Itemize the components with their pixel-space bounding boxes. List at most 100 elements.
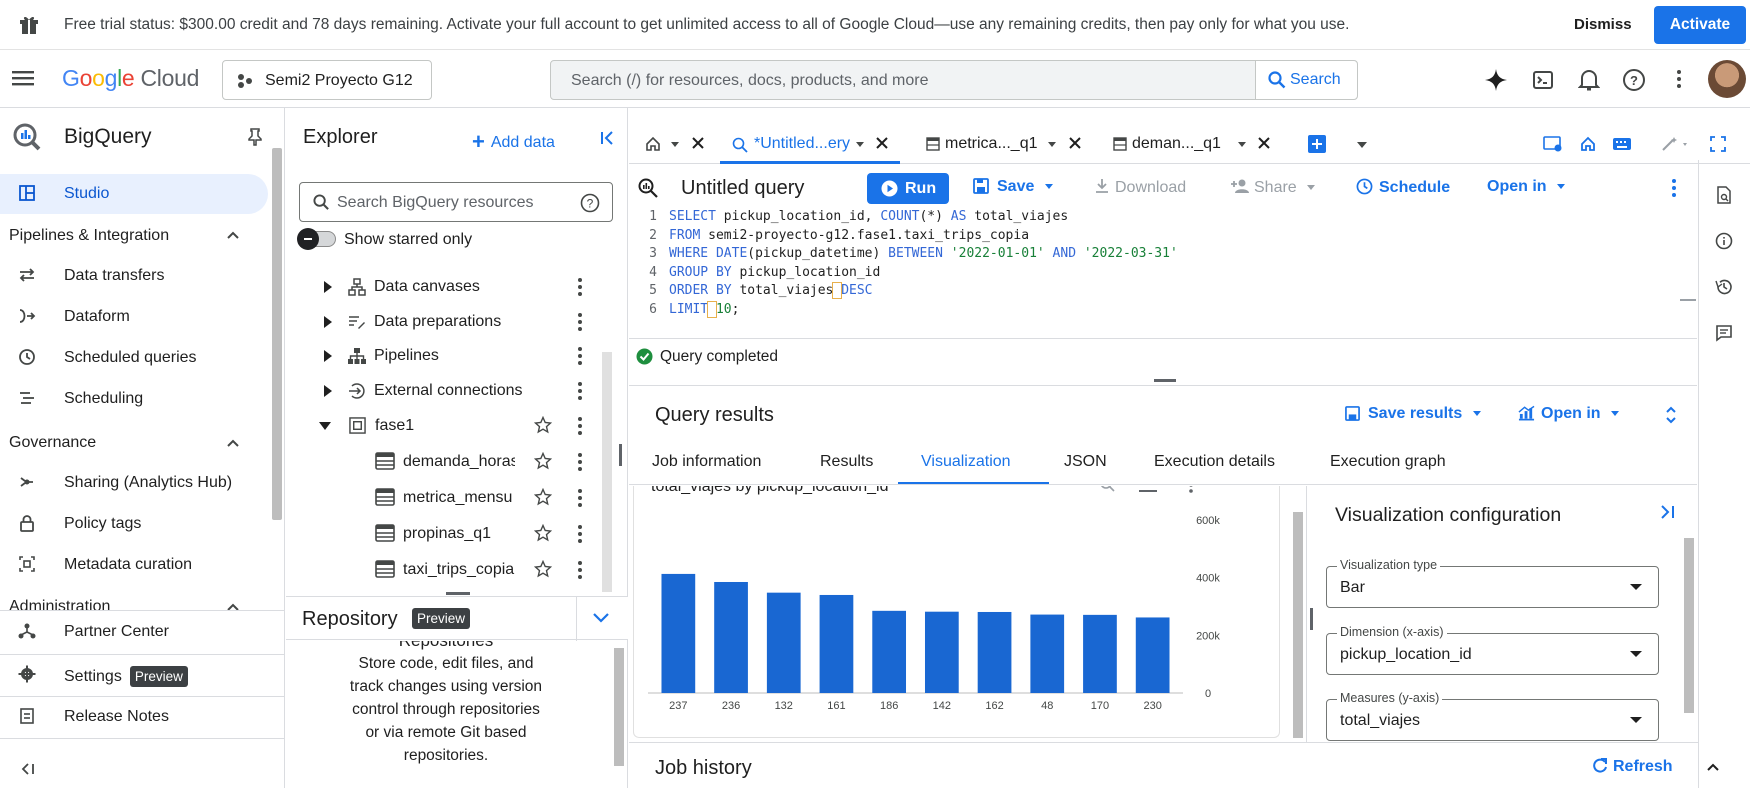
search-button[interactable]: Search xyxy=(1255,61,1357,99)
dismiss-button[interactable]: Dismiss xyxy=(1560,9,1646,41)
nav-item-scheduled-queries[interactable]: Scheduled queries xyxy=(0,338,268,378)
job-history-bar[interactable]: Job history Refresh xyxy=(629,742,1719,788)
tabs-menu-icon[interactable] xyxy=(1357,142,1367,148)
measures-select[interactable]: Measures (y-axis) total_viajes xyxy=(1326,691,1659,741)
notifications-icon[interactable] xyxy=(1578,68,1600,92)
kebab-icon[interactable] xyxy=(578,453,582,471)
project-picker[interactable]: Semi2 Proyecto G12 xyxy=(222,60,432,100)
more-options-icon[interactable] xyxy=(1672,179,1676,197)
collapse-arrow-icon[interactable] xyxy=(319,422,331,430)
collapse-nav-icon[interactable] xyxy=(20,762,36,776)
new-tab-icon[interactable] xyxy=(1308,135,1326,153)
expand-arrow-icon[interactable] xyxy=(324,385,332,397)
close-icon[interactable] xyxy=(1069,137,1081,149)
visualization-type-select[interactable]: Visualization type Bar xyxy=(1326,558,1659,608)
tab-metrica[interactable]: metrica..._q1 xyxy=(926,124,1096,164)
table-item-demanda-horas[interactable]: demanda_horas xyxy=(286,444,616,478)
kebab-icon[interactable] xyxy=(578,347,582,365)
home-icon[interactable] xyxy=(1580,136,1596,152)
cloud-shell-icon[interactable] xyxy=(1532,69,1554,91)
show-starred-toggle[interactable] xyxy=(297,228,336,250)
pin-icon[interactable] xyxy=(248,128,262,146)
expand-repository-icon[interactable] xyxy=(592,612,610,624)
collapse-panel-icon[interactable] xyxy=(1660,504,1676,520)
kebab-icon[interactable] xyxy=(578,417,582,435)
bar-48[interactable] xyxy=(1030,614,1065,693)
collapse-explorer-icon[interactable] xyxy=(600,130,616,146)
resize-handle[interactable] xyxy=(619,444,622,466)
bar-186[interactable] xyxy=(872,610,907,693)
nav-item-sharing[interactable]: Sharing (Analytics Hub) xyxy=(0,463,268,503)
magic-wand-icon[interactable] xyxy=(1661,136,1691,152)
scrollbar[interactable] xyxy=(272,148,282,520)
bar-230[interactable] xyxy=(1135,617,1170,693)
history-icon[interactable] xyxy=(1715,278,1733,296)
table-item-metrica-mensual[interactable]: metrica_mensu xyxy=(286,480,616,514)
table-item-taxi-trips-copia[interactable]: taxi_trips_copia xyxy=(286,552,616,586)
star-icon[interactable] xyxy=(534,488,552,506)
dimension-select[interactable]: Dimension (x-axis) pickup_location_id xyxy=(1326,625,1659,675)
avatar[interactable] xyxy=(1708,60,1746,98)
home-tab-icon[interactable] xyxy=(645,136,661,152)
tab-untitled-query[interactable]: *Untitled...ery xyxy=(720,124,900,164)
repository-scrollbar[interactable] xyxy=(614,648,624,766)
tab-visualization[interactable]: Visualization xyxy=(921,453,1011,471)
bar-237[interactable] xyxy=(661,573,696,693)
viz-config-scrollbar[interactable] xyxy=(1684,538,1694,713)
tab-execution-graph[interactable]: Execution graph xyxy=(1330,453,1446,471)
star-icon[interactable] xyxy=(534,452,552,470)
nav-item-scheduling[interactable]: Scheduling xyxy=(0,379,268,419)
tab-execution-details[interactable]: Execution details xyxy=(1154,453,1275,471)
comment-icon[interactable] xyxy=(1715,324,1733,342)
query-details-icon[interactable] xyxy=(1715,186,1733,204)
tree-item-fase1[interactable]: fase1 xyxy=(286,408,616,442)
keyboard-icon[interactable] xyxy=(1612,136,1632,152)
run-button[interactable]: Run xyxy=(867,173,949,204)
refresh-button[interactable]: Refresh xyxy=(1592,758,1673,776)
schedule-button[interactable]: Schedule xyxy=(1356,178,1450,197)
nav-item-data-transfers[interactable]: Data transfers xyxy=(0,256,268,296)
split-handle[interactable] xyxy=(446,592,470,595)
close-icon[interactable] xyxy=(1258,137,1270,149)
tab-json[interactable]: JSON xyxy=(1064,453,1107,471)
gemini-icon[interactable] xyxy=(1484,68,1508,92)
star-icon[interactable] xyxy=(534,416,552,434)
add-data-button[interactable]: + Add data xyxy=(472,127,555,154)
chart-scrollbar[interactable] xyxy=(1293,512,1303,738)
kebab-icon[interactable] xyxy=(578,313,582,331)
fullscreen-icon[interactable] xyxy=(1710,136,1726,152)
help-icon[interactable]: ? xyxy=(1622,68,1646,92)
google-cloud-logo[interactable]: Google Cloud xyxy=(62,65,199,92)
nav-item-settings[interactable]: Settings Preview xyxy=(0,655,268,695)
tree-item-data-canvases[interactable]: Data canvases xyxy=(286,269,616,303)
bar-170[interactable] xyxy=(1083,614,1117,693)
tab-results[interactable]: Results xyxy=(820,453,873,471)
activate-button[interactable]: Activate xyxy=(1654,6,1746,44)
nav-item-policy-tags[interactable]: Policy tags xyxy=(0,504,268,544)
query-title[interactable]: Untitled query xyxy=(681,177,804,200)
bar-161[interactable] xyxy=(819,594,854,693)
panel-resize-handle[interactable] xyxy=(1310,608,1313,630)
tree-item-data-preparations[interactable]: Data preparations xyxy=(286,304,616,338)
chevron-up-icon[interactable] xyxy=(226,230,242,246)
bar-132[interactable] xyxy=(766,592,801,693)
layout-icon[interactable] xyxy=(1543,136,1563,152)
close-icon[interactable] xyxy=(692,137,704,149)
save-results-button[interactable]: Save results xyxy=(1345,405,1481,423)
table-item-propinas-q1[interactable]: propinas_q1 xyxy=(286,516,616,550)
info-icon[interactable] xyxy=(1715,232,1733,250)
dropdown-arrow-icon[interactable] xyxy=(1048,142,1056,147)
bar-142[interactable] xyxy=(924,611,959,693)
kebab-icon[interactable] xyxy=(578,382,582,400)
help-icon[interactable]: ? xyxy=(580,193,600,213)
editor-resize-handle[interactable] xyxy=(1154,379,1176,382)
open-in-button[interactable]: Open in xyxy=(1487,178,1566,196)
tree-item-external-connections[interactable]: External connections xyxy=(286,373,616,407)
expand-arrow-icon[interactable] xyxy=(324,350,332,362)
more-options-icon[interactable] xyxy=(1677,70,1681,88)
dropdown-arrow-icon[interactable] xyxy=(671,142,679,147)
expand-arrow-icon[interactable] xyxy=(324,281,332,293)
star-icon[interactable] xyxy=(534,560,552,578)
expand-collapse-icon[interactable] xyxy=(1665,405,1677,425)
kebab-icon[interactable] xyxy=(578,525,582,543)
